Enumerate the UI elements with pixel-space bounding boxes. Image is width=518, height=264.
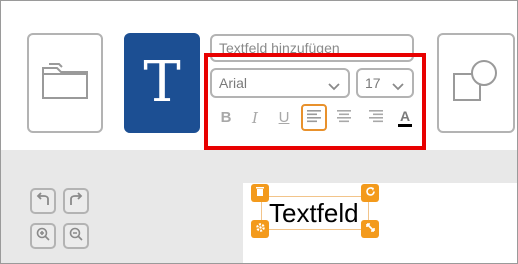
text-color-bar bbox=[398, 123, 412, 127]
folder-icon bbox=[41, 62, 89, 105]
align-right-button[interactable] bbox=[363, 104, 389, 131]
toolbar: T Textfeld hinzufügen Arial 17 B I U A bbox=[1, 1, 517, 150]
delete-handle[interactable] bbox=[251, 184, 269, 202]
rotate-handle[interactable] bbox=[361, 184, 379, 202]
canvas-text-object[interactable]: Textfeld bbox=[269, 196, 359, 230]
rotate-icon bbox=[365, 184, 376, 202]
open-folder-button[interactable] bbox=[27, 33, 103, 133]
size-select-value: 17 bbox=[365, 75, 381, 91]
chevron-down-icon bbox=[391, 76, 405, 103]
align-left-icon bbox=[306, 109, 322, 127]
text-color-label: A bbox=[399, 107, 411, 124]
app-window: T Textfeld hinzufügen Arial 17 B I U A T… bbox=[0, 0, 518, 264]
font-select-value: Arial bbox=[219, 75, 248, 91]
resize-icon bbox=[365, 220, 376, 238]
shapes-icon bbox=[451, 58, 501, 109]
undo-icon bbox=[35, 191, 51, 212]
align-right-icon bbox=[368, 109, 384, 127]
trash-icon bbox=[255, 184, 265, 202]
undo-button[interactable] bbox=[30, 188, 56, 214]
font-size-select[interactable]: 17 bbox=[356, 68, 414, 98]
design-canvas[interactable]: Textfeld bbox=[243, 183, 517, 263]
zoom-out-button[interactable] bbox=[63, 223, 89, 249]
font-family-select[interactable]: Arial bbox=[210, 68, 350, 98]
workspace: Textfeld bbox=[1, 150, 517, 263]
redo-button[interactable] bbox=[63, 188, 89, 214]
align-center-button[interactable] bbox=[331, 104, 357, 131]
settings-handle[interactable] bbox=[251, 220, 269, 238]
shape-tool-button[interactable] bbox=[437, 33, 515, 133]
align-left-button[interactable] bbox=[301, 104, 327, 131]
add-textfield-input[interactable]: Textfeld hinzufügen bbox=[210, 34, 414, 62]
text-tool-button[interactable]: T bbox=[124, 33, 200, 133]
italic-button[interactable]: I bbox=[242, 104, 268, 131]
text-T-icon: T bbox=[143, 50, 181, 115]
align-center-icon bbox=[336, 109, 352, 127]
chevron-down-icon bbox=[327, 76, 341, 103]
underline-button[interactable]: U bbox=[271, 104, 297, 131]
zoom-in-button[interactable] bbox=[30, 223, 56, 249]
zoom-in-icon bbox=[35, 226, 51, 247]
text-color-button[interactable]: A bbox=[392, 104, 418, 131]
resize-handle[interactable] bbox=[361, 220, 379, 238]
format-buttons-row: B I U A bbox=[213, 104, 419, 132]
redo-icon bbox=[68, 191, 84, 212]
bold-button[interactable]: B bbox=[213, 104, 239, 131]
zoom-out-icon bbox=[68, 226, 84, 247]
gear-icon bbox=[255, 220, 266, 238]
